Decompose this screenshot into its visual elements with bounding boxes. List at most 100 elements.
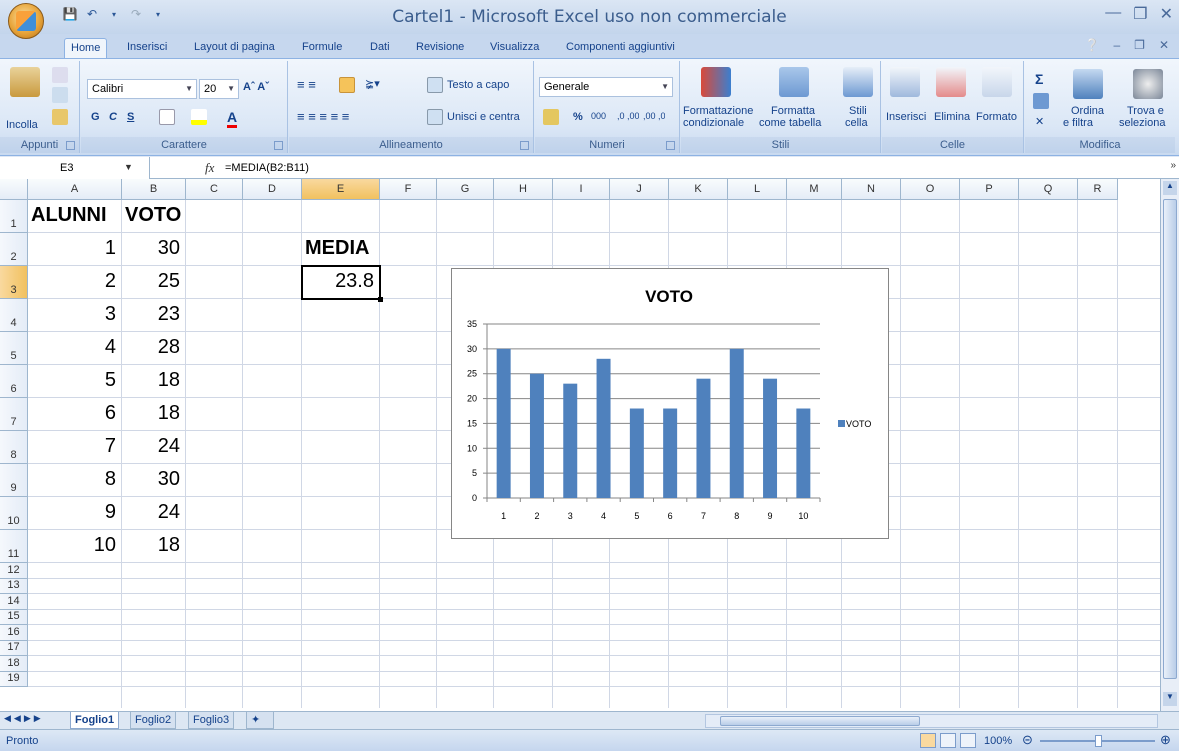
conditional-formatting-icon[interactable]	[701, 67, 731, 97]
column-header-i[interactable]: I	[553, 179, 610, 200]
row-header-10[interactable]: 10	[0, 497, 28, 530]
cell-a3[interactable]: 2	[28, 270, 116, 293]
find-select-label-2[interactable]: seleziona	[1119, 117, 1165, 129]
help-icon[interactable]: ❔	[1085, 38, 1100, 52]
tab-formule[interactable]: Formule	[296, 38, 348, 58]
column-header-e[interactable]: E	[302, 179, 380, 200]
row-header-19[interactable]: 19	[0, 671, 28, 687]
carattere-launcher-icon[interactable]	[274, 141, 283, 150]
tab-componenti-aggiuntivi[interactable]: Componenti aggiuntivi	[560, 38, 681, 58]
column-header-p[interactable]: P	[960, 179, 1019, 200]
cell-a1[interactable]: ALUNNI	[31, 204, 107, 227]
cell-b5[interactable]: 28	[122, 336, 180, 359]
column-header-k[interactable]: K	[669, 179, 728, 200]
expand-formula-bar-icon[interactable]: »	[1170, 160, 1176, 171]
normal-view-icon[interactable]	[920, 733, 936, 748]
copy-icon[interactable]	[52, 87, 68, 103]
zoom-slider-thumb[interactable]	[1095, 735, 1102, 747]
currency-icon[interactable]	[543, 109, 559, 125]
sheet-tab-foglio1[interactable]: Foglio1	[70, 712, 120, 729]
orientation-icon[interactable]: ⪶▾	[365, 77, 380, 90]
align-bottom-icon[interactable]	[339, 77, 355, 93]
sort-filter-label-1[interactable]: Ordina	[1071, 105, 1104, 117]
align-top-icon[interactable]: ≡ ≡	[297, 77, 316, 92]
thousands-button[interactable]: 000	[591, 111, 606, 121]
cell-b10[interactable]: 24	[122, 501, 180, 524]
format-cells-button[interactable]: Formato	[976, 111, 1017, 123]
fill-color-icon[interactable]	[191, 109, 207, 125]
underline-button[interactable]: S	[127, 111, 134, 123]
find-select-label-1[interactable]: Trova e	[1127, 105, 1164, 117]
sheet-nav-icon[interactable]: ◀◀▶▶	[4, 713, 44, 724]
cell-b4[interactable]: 23	[122, 303, 180, 326]
zoom-level[interactable]: 100%	[984, 735, 1012, 747]
horizontal-scrollbar[interactable]	[705, 714, 1158, 728]
row-header-14[interactable]: 14	[0, 594, 28, 610]
ribbon-minimize-icon[interactable]: –	[1113, 38, 1120, 52]
cell-a10[interactable]: 9	[28, 501, 116, 524]
vertical-scrollbar[interactable]: ▲ ▼	[1160, 179, 1179, 711]
cell-b6[interactable]: 18	[122, 369, 180, 392]
cell-b3[interactable]: 25	[122, 270, 180, 293]
row-header-17[interactable]: 17	[0, 640, 28, 656]
appunti-launcher-icon[interactable]	[66, 141, 75, 150]
number-format-combo[interactable]: Generale ▼	[539, 77, 673, 97]
insert-sheet-icon[interactable]: ✦	[246, 712, 274, 729]
numeri-launcher-icon[interactable]	[666, 141, 675, 150]
tab-dati[interactable]: Dati	[364, 38, 396, 58]
row-header-13[interactable]: 13	[0, 578, 28, 594]
cell-a5[interactable]: 4	[28, 336, 116, 359]
ribbon-close-icon[interactable]: ✕	[1159, 38, 1169, 52]
select-all-corner[interactable]	[0, 179, 28, 200]
column-header-b[interactable]: B	[122, 179, 186, 200]
conditional-formatting-label-1[interactable]: Formattazione	[683, 105, 753, 117]
column-header-c[interactable]: C	[186, 179, 243, 200]
cell-b8[interactable]: 24	[122, 435, 180, 458]
cell-a4[interactable]: 3	[28, 303, 116, 326]
row-header-18[interactable]: 18	[0, 656, 28, 672]
row-header-8[interactable]: 8	[0, 431, 28, 464]
column-header-f[interactable]: F	[380, 179, 437, 200]
font-size-combo[interactable]: 20 ▼	[199, 79, 239, 99]
name-box-dropdown-icon[interactable]: ▼	[124, 162, 133, 172]
grow-font-icon[interactable]: Aˆ Aˇ	[243, 81, 269, 93]
column-header-d[interactable]: D	[243, 179, 302, 200]
conditional-formatting-label-2[interactable]: condizionale	[683, 117, 744, 129]
bar-chart[interactable]: VOTO 0 5 10 15 20 25 30 35 1 2 3 4 5 6 7 8 9 10 VOTO	[451, 268, 889, 539]
close-icon[interactable]: ✕	[1160, 4, 1173, 24]
merge-center-icon[interactable]	[427, 109, 443, 125]
column-header-j[interactable]: J	[610, 179, 669, 200]
column-header-g[interactable]: G	[437, 179, 494, 200]
paste-button[interactable]: Incolla	[6, 119, 38, 131]
cell-b11[interactable]: 18	[122, 534, 180, 557]
vertical-scroll-thumb[interactable]	[1163, 199, 1177, 679]
cell-a2[interactable]: 1	[28, 237, 116, 260]
column-header-n[interactable]: N	[842, 179, 901, 200]
cell-b9[interactable]: 30	[122, 468, 180, 491]
row-header-9[interactable]: 9	[0, 464, 28, 497]
restore-icon[interactable]: ❐	[1133, 4, 1147, 24]
cell-a6[interactable]: 5	[28, 369, 116, 392]
tab-layout-di-pagina[interactable]: Layout di pagina	[188, 38, 281, 58]
font-name-combo[interactable]: Calibri ▼	[87, 79, 197, 99]
tab-home[interactable]: Home	[64, 38, 108, 58]
wrap-text-icon[interactable]	[427, 77, 443, 93]
row-header-6[interactable]: 6	[0, 365, 28, 398]
cell-a7[interactable]: 6	[28, 402, 116, 425]
cell-b1[interactable]: VOTO	[125, 204, 181, 227]
increase-decimal-button[interactable]: ,0 ,00	[617, 111, 639, 121]
insert-cells-button[interactable]: Inserisci	[886, 111, 926, 123]
column-header-h[interactable]: H	[494, 179, 553, 200]
format-cells-icon[interactable]	[982, 67, 1012, 97]
scroll-up-icon[interactable]: ▲	[1163, 181, 1177, 195]
cell-a11[interactable]: 10	[28, 534, 116, 557]
align-left-icon[interactable]: ≡ ≡ ≡ ≡ ≡	[297, 109, 349, 124]
cell-styles-label-1[interactable]: Stili	[849, 105, 867, 117]
row-header-2[interactable]: 2	[0, 233, 28, 266]
row-header-15[interactable]: 15	[0, 609, 28, 625]
page-layout-view-icon[interactable]	[940, 733, 956, 748]
cell-styles-label-2[interactable]: cella	[845, 117, 868, 129]
borders-icon[interactable]	[159, 109, 175, 125]
paste-icon[interactable]	[10, 67, 40, 97]
format-as-table-label-2[interactable]: come tabella	[759, 117, 821, 129]
